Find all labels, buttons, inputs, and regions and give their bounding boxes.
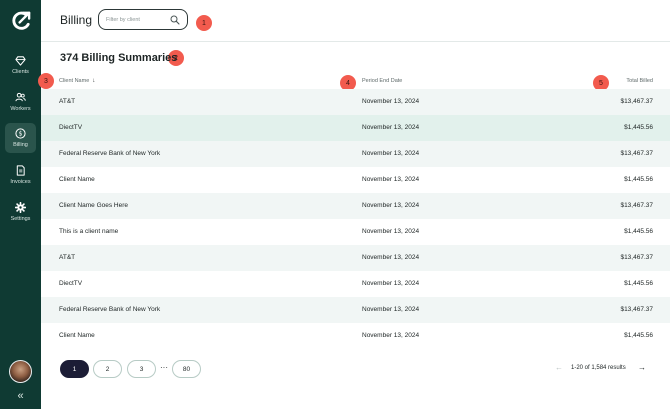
total-billed-cell: $13,467.37 <box>620 254 653 261</box>
period-end-cell: November 13, 2024 <box>362 124 420 131</box>
next-page-arrow-icon[interactable]: → <box>638 363 646 372</box>
sidebar: Clients Workers $ Billing Invoices Setti… <box>0 0 41 409</box>
column-header-period-end-date[interactable]: Period End Date <box>362 78 402 84</box>
page-button-3[interactable]: 3 <box>127 360 156 378</box>
pagination-ellipsis: ··· <box>160 363 168 372</box>
table-row[interactable]: Federal Reserve Bank of New York Novembe… <box>41 297 670 323</box>
table-row[interactable]: This is a client name November 13, 2024 … <box>41 219 670 245</box>
avatar[interactable] <box>9 360 32 383</box>
invoice-icon <box>16 165 25 176</box>
period-end-cell: November 13, 2024 <box>362 150 420 157</box>
total-billed-cell: $1,445.56 <box>624 280 653 287</box>
client-name-cell: This is a client name <box>59 228 119 235</box>
table-row[interactable]: Client Name Goes Here November 13, 2024 … <box>41 193 670 219</box>
client-name-cell: AT&T <box>59 254 76 261</box>
table-row[interactable]: Federal Reserve Bank of New York Novembe… <box>41 141 670 167</box>
collapse-sidebar-button[interactable]: « <box>13 390 28 402</box>
period-end-cell: November 13, 2024 <box>362 202 420 209</box>
column-header-client-name[interactable]: Client Name ↓ <box>59 78 95 84</box>
period-end-cell: November 13, 2024 <box>362 280 420 287</box>
workers-icon <box>15 92 26 102</box>
sidebar-item-label: Invoices <box>10 179 31 185</box>
previous-page-arrow-icon[interactable]: ← <box>555 363 563 372</box>
dollar-icon: $ <box>15 128 26 139</box>
total-billed-cell: $13,467.37 <box>620 150 653 157</box>
client-name-cell: Federal Reserve Bank of New York <box>59 150 161 157</box>
svg-text:$: $ <box>19 131 23 138</box>
page-title: Billing <box>60 13 93 27</box>
sort-arrow-icon[interactable]: ↓ <box>92 78 95 84</box>
period-end-cell: November 13, 2024 <box>362 332 420 339</box>
callout-badge: 1 <box>196 15 212 31</box>
gear-icon <box>15 202 26 213</box>
period-end-cell: November 13, 2024 <box>362 98 420 105</box>
client-name-cell: Client Name <box>59 176 95 183</box>
table-row[interactable]: DiectTV November 13, 2024 $1,445.56 <box>41 271 670 297</box>
sidebar-item-clients[interactable]: Clients <box>5 50 36 80</box>
sidebar-item-label: Clients <box>12 69 29 75</box>
client-name-cell: DiectTV <box>59 280 83 287</box>
client-name-cell: DiectTV <box>59 124 83 131</box>
logo-icon[interactable] <box>11 10 32 31</box>
sidebar-item-label: Workers <box>10 106 31 112</box>
gem-icon <box>15 56 26 66</box>
sidebar-item-label: Billing <box>13 142 28 148</box>
client-name-cell: Federal Reserve Bank of New York <box>59 306 161 313</box>
page-button-last[interactable]: 80 <box>172 360 201 378</box>
total-billed-cell: $1,445.56 <box>624 176 653 183</box>
total-billed-cell: $13,467.37 <box>620 98 653 105</box>
table-row[interactable]: AT&T November 13, 2024 $13,467.37 <box>41 245 670 271</box>
total-billed-cell: $1,445.56 <box>624 332 653 339</box>
table-header: Client Name ↓ Period End Date Total Bille… <box>41 72 670 89</box>
period-end-cell: November 13, 2024 <box>362 306 420 313</box>
summary-title: 374 Billing Summaries <box>60 52 178 64</box>
sidebar-item-label: Settings <box>10 216 31 222</box>
sidebar-item-invoices[interactable]: Invoices <box>5 160 36 190</box>
header: Billing <box>41 0 670 42</box>
total-billed-cell: $1,445.56 <box>624 124 653 131</box>
table-row[interactable]: AT&T November 13, 2024 $13,467.37 <box>41 89 670 115</box>
sidebar-item-workers[interactable]: Workers <box>5 87 36 117</box>
results-count: 1-20 of 1,584 results <box>571 365 626 371</box>
table-row[interactable]: Client Name November 13, 2024 $1,445.56 <box>41 167 670 193</box>
billing-table: Client Name ↓ Period End Date Total Bille… <box>41 72 670 349</box>
sidebar-item-billing[interactable]: $ Billing <box>5 123 36 153</box>
page-button-2[interactable]: 2 <box>93 360 122 378</box>
period-end-cell: November 13, 2024 <box>362 228 420 235</box>
sidebar-item-settings[interactable]: Settings <box>5 197 36 227</box>
total-billed-cell: $13,467.37 <box>620 202 653 209</box>
period-end-cell: November 13, 2024 <box>362 176 420 183</box>
total-billed-cell: $13,467.37 <box>620 306 653 313</box>
search-box[interactable] <box>98 9 188 30</box>
search-icon[interactable] <box>170 15 180 25</box>
total-billed-cell: $1,445.56 <box>624 228 653 235</box>
client-name-cell: Client Name Goes Here <box>59 202 128 209</box>
page-button-1[interactable]: 1 <box>60 360 89 378</box>
client-name-cell: Client Name <box>59 332 95 339</box>
table-row[interactable]: DiectTV November 13, 2024 $1,445.56 <box>41 115 670 141</box>
search-input[interactable] <box>106 14 170 26</box>
period-end-cell: November 13, 2024 <box>362 254 420 261</box>
client-name-cell: AT&T <box>59 98 76 105</box>
column-header-total-billed[interactable]: Total Billed <box>626 78 653 84</box>
table-row[interactable]: Client Name November 13, 2024 $1,445.56 <box>41 323 670 349</box>
